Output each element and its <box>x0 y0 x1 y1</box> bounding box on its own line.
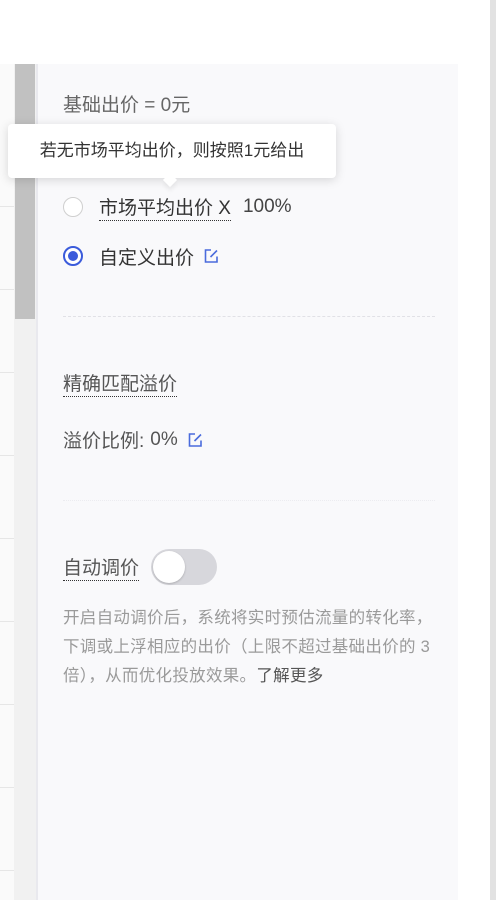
premium-ratio-value: 0% <box>150 428 178 450</box>
premium-ratio-row: 溢价比例: 0% <box>63 426 204 453</box>
scrollbar-thumb[interactable] <box>15 64 35 319</box>
edit-icon[interactable] <box>186 431 204 449</box>
market-average-label[interactable]: 市场平均出价 X <box>99 193 231 221</box>
market-average-percent: 100% <box>242 196 292 217</box>
option-custom-bid[interactable]: 自定义出价 <box>63 242 220 270</box>
base-price-text: 基础出价 = 0元 <box>63 95 191 116</box>
list-row-divider <box>0 289 14 290</box>
edit-icon[interactable] <box>202 247 220 265</box>
custom-bid-radio[interactable] <box>63 246 83 266</box>
auto-bid-label: 自动调价 <box>63 553 140 581</box>
auto-bid-description-text: 开启自动调价后，系统将实时预估流量的转化率，下调或上浮相应的出价（上限不超过基础… <box>63 609 433 685</box>
precise-match-title: 精确匹配溢价 <box>63 369 178 397</box>
list-row-divider <box>0 870 14 871</box>
list-row-divider <box>0 206 14 207</box>
section-divider <box>63 316 435 317</box>
auto-bid-description: 开启自动调价后，系统将实时预估流量的转化率，下调或上浮相应的出价（上限不超过基础… <box>63 604 435 691</box>
learn-more-link[interactable]: 了解更多 <box>256 667 323 685</box>
list-row-divider <box>0 372 14 373</box>
market-average-tooltip: 若无市场平均出价，则按照1元给出 <box>8 124 336 178</box>
list-row-divider <box>0 704 14 705</box>
list-row-divider <box>0 538 14 539</box>
section-divider <box>63 500 435 501</box>
list-row-divider <box>0 621 14 622</box>
precise-match-title-text: 精确匹配溢价 <box>63 374 178 397</box>
auto-bid-toggle[interactable] <box>151 549 218 585</box>
bid-settings-panel <box>38 64 458 900</box>
option-market-average[interactable]: 市场平均出价 X 100% <box>63 193 292 221</box>
list-row-divider <box>0 455 14 456</box>
custom-bid-label[interactable]: 自定义出价 <box>99 243 194 270</box>
auto-bid-row: 自动调价 <box>63 549 218 585</box>
premium-ratio-label: 溢价比例: <box>63 431 145 452</box>
list-row-divider <box>0 787 14 788</box>
list-strip <box>0 64 14 900</box>
window-edge <box>490 0 496 900</box>
toggle-knob <box>153 551 186 583</box>
market-average-radio[interactable] <box>63 197 83 217</box>
